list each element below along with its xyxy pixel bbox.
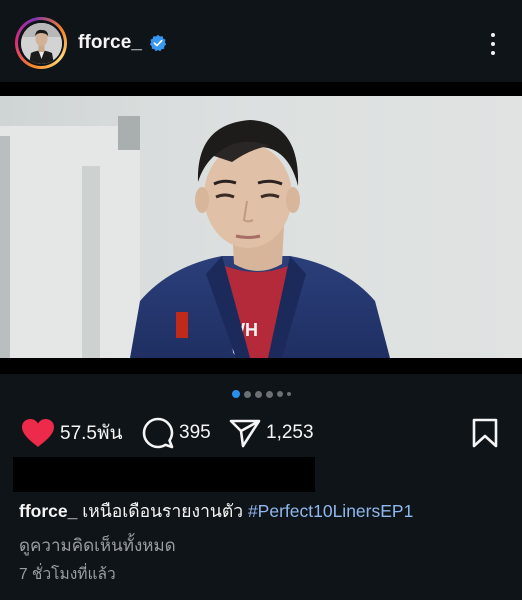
avatar[interactable] bbox=[20, 22, 62, 64]
caption-hashtag[interactable]: #Perfect10LinersEP1 bbox=[248, 501, 413, 521]
story-ring[interactable] bbox=[15, 17, 67, 69]
carousel-dot bbox=[265, 390, 273, 398]
share-count[interactable]: 1,253 bbox=[266, 422, 314, 444]
post-header: fforce_ bbox=[0, 0, 522, 86]
comment-count[interactable]: 395 bbox=[179, 422, 211, 444]
caption-text: เหนือเดือนรายงานตัว bbox=[82, 501, 244, 521]
carousel-dot bbox=[286, 392, 291, 396]
post-caption: fforce_ เหนือเดือนรายงานตัว #Perfect10Li… bbox=[19, 500, 514, 522]
view-all-comments-link[interactable]: ดูความคิดเห็นทั้งหมด bbox=[19, 532, 176, 559]
carousel-dot bbox=[243, 390, 251, 398]
post-photo: WH G bbox=[0, 96, 522, 358]
action-bar: 57.5พัน 395 1,253 bbox=[0, 415, 522, 451]
carousel-dot bbox=[276, 391, 283, 397]
comment-button[interactable]: 395 bbox=[142, 415, 211, 451]
post-timestamp: 7 ชั่วโมงที่แล้ว bbox=[19, 566, 116, 583]
carousel-dot bbox=[231, 390, 240, 398]
carousel-indicator bbox=[0, 390, 522, 398]
caption-username[interactable]: fforce_ bbox=[19, 501, 77, 521]
redacted-block bbox=[13, 457, 315, 492]
paper-plane-icon bbox=[229, 419, 261, 448]
verified-badge-icon bbox=[149, 34, 167, 52]
share-button[interactable]: 1,253 bbox=[229, 415, 314, 451]
comment-bubble-icon bbox=[142, 417, 174, 449]
post-username[interactable]: fforce_ bbox=[78, 32, 142, 54]
like-count[interactable]: 57.5พัน bbox=[60, 418, 123, 448]
heart-filled-icon bbox=[22, 419, 54, 447]
instagram-post: fforce_ WH 57.5พัน 395 1,253 fforce_ เหน… bbox=[0, 0, 522, 600]
post-media[interactable]: WH G bbox=[0, 82, 522, 374]
carousel-dot bbox=[254, 390, 262, 398]
like-button[interactable]: 57.5พัน bbox=[21, 415, 123, 451]
more-vertical-icon[interactable] bbox=[484, 33, 502, 55]
bookmark-icon[interactable] bbox=[472, 418, 498, 448]
